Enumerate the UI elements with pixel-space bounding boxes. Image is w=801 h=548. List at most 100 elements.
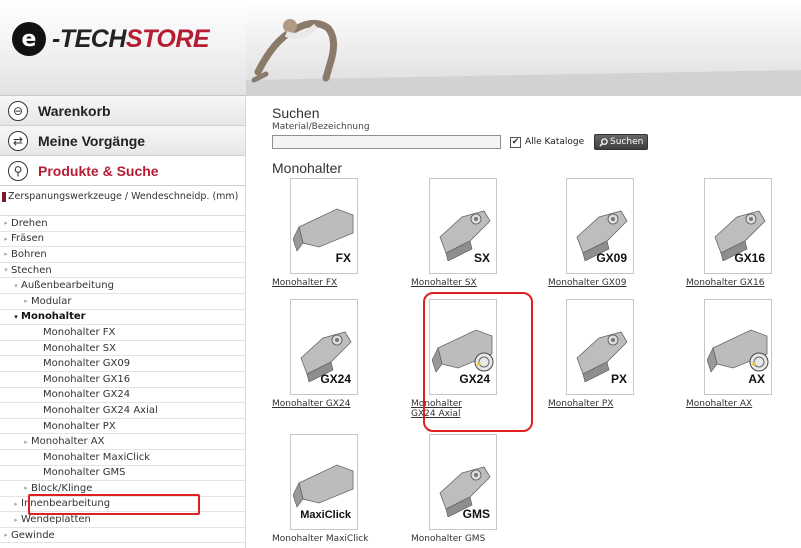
product-code: GX16 — [734, 251, 765, 265]
tree-item[interactable]: Monohalter GX24 Axial — [0, 403, 245, 419]
product-tile[interactable]: GX16 Monohalter GX16 — [686, 178, 790, 288]
tree-item[interactable]: Monohalter FX — [0, 325, 245, 341]
sidebar: ⊖ Warenkorb ⇄ Meine Vorgänge ⚲ Produkte … — [0, 96, 246, 548]
tree-item-label: Monohalter MaxiClick — [43, 451, 151, 463]
product-image[interactable]: GX24 — [290, 299, 358, 395]
tree-item-label: Monohalter GX24 — [43, 389, 131, 401]
all-catalogs-label: Alle Kataloge — [525, 137, 585, 147]
search-button[interactable]: Suchen — [594, 134, 649, 150]
product-link[interactable]: Monohalter MaxiClick — [272, 534, 376, 544]
tree-item-label: Monohalter SX — [43, 342, 117, 354]
tree-item-label: Stechen — [11, 264, 52, 276]
product-tile[interactable]: SX Monohalter SX — [411, 178, 515, 288]
product-tile[interactable]: GX09 Monohalter GX09 — [548, 178, 652, 288]
category-marker — [2, 192, 6, 202]
search-input[interactable] — [272, 135, 501, 149]
product-image[interactable]: GX09 — [566, 178, 634, 274]
tree-item[interactable]: Monohalter GMS — [0, 466, 245, 482]
tree-item[interactable]: ▸ Modular — [0, 294, 245, 310]
product-link[interactable]: Monohalter GX09 — [548, 278, 652, 288]
product-image[interactable]: GMS — [429, 434, 497, 530]
logo-text: -TECHSTORE — [52, 24, 210, 53]
tree-item-label: Monohalter GX16 — [43, 373, 131, 385]
sidebar-section-produkte[interactable]: ⚲ Produkte & Suche — [0, 156, 245, 186]
category-label: Zerspanungswerkzeuge / Wendeschneidp. (m… — [8, 191, 239, 202]
product-link[interactable]: Monohalter GMS — [411, 534, 515, 544]
product-link[interactable]: Monohalter GX16 — [686, 278, 790, 288]
tree-item[interactable]: Monohalter MaxiClick — [0, 450, 245, 466]
sidebar-section-label: Meine Vorgänge — [38, 132, 146, 149]
product-image[interactable]: FX — [290, 178, 358, 274]
chevron-right-icon: ▸ — [4, 531, 8, 540]
product-tile[interactable]: FX Monohalter FX — [272, 178, 376, 288]
product-tile[interactable]: AX Monohalter AX — [686, 299, 790, 409]
product-tile[interactable]: GX24 Monohalter GX24 — [272, 299, 376, 409]
chevron-right-icon: ▸ — [4, 219, 8, 228]
tree-item-label: Monohalter GX09 — [43, 358, 131, 370]
tree-item[interactable]: ▸ Bohren — [0, 247, 245, 263]
chevron-right-icon: ▸ — [4, 234, 8, 243]
sidebar-section-warenkorb[interactable]: ⊖ Warenkorb — [0, 96, 245, 126]
chevron-down-icon: ▾ — [4, 266, 8, 275]
tree-item[interactable]: Monohalter SX — [0, 341, 245, 357]
tree-item-label: Monohalter AX — [31, 436, 105, 448]
tree-item-label: Außenbearbeitung — [21, 280, 114, 292]
all-catalogs-checkbox[interactable]: ✔ — [510, 137, 521, 148]
product-image[interactable]: MaxiClick — [290, 434, 358, 530]
product-image[interactable]: PX — [566, 299, 634, 395]
tree-item-label: Bohren — [11, 248, 47, 260]
header: e -TECHSTORE — [0, 0, 801, 96]
tree-item[interactable]: ▾ Stechen — [0, 263, 245, 279]
tree-item[interactable]: ▸ Gewinde — [0, 528, 245, 544]
tree-item[interactable]: ▸ Drehen — [0, 216, 245, 232]
category-heading[interactable]: Zerspanungswerkzeuge / Wendeschneidp. (m… — [0, 186, 245, 216]
header-banner-image — [246, 0, 801, 96]
tree-item[interactable]: ▸ Fräsen — [0, 232, 245, 248]
product-code: GMS — [462, 507, 490, 521]
chevron-right-icon: ▸ — [4, 250, 8, 259]
product-link[interactable]: Monohalter GX24 — [272, 399, 376, 409]
tree-item[interactable]: ▾ Außenbearbeitung — [0, 278, 245, 294]
product-image[interactable]: GX16 — [704, 178, 772, 274]
chevron-right-icon: ▸ — [14, 515, 18, 524]
selection-highlight — [28, 494, 200, 515]
product-link[interactable]: Monohalter SX — [411, 278, 515, 288]
sidebar-section-label: Produkte & Suche — [38, 162, 159, 179]
tree-item[interactable]: ▾ Monohalter — [0, 310, 245, 326]
logo-icon: e — [12, 22, 46, 56]
product-tile[interactable]: GMS Monohalter GMS — [411, 434, 515, 544]
tree-item-label: Modular — [31, 295, 72, 307]
logo[interactable]: e -TECHSTORE — [12, 22, 210, 56]
tree-item[interactable]: Monohalter GX16 — [0, 372, 245, 388]
product-code: FX — [335, 251, 351, 265]
sidebar-section-vorgaenge[interactable]: ⇄ Meine Vorgänge — [0, 126, 245, 156]
chevron-right-icon: ▸ — [24, 297, 28, 306]
product-code: SX — [473, 251, 490, 265]
tree-item[interactable]: Monohalter GX09 — [0, 356, 245, 372]
product-code: MaxiClick — [300, 509, 351, 521]
product-tile[interactable]: PX Monohalter PX — [548, 299, 652, 409]
product-code: AX — [748, 372, 765, 386]
search-button-label: Suchen — [610, 137, 644, 147]
product-image[interactable]: AX — [704, 299, 772, 395]
tree-item-label: Gewinde — [11, 529, 55, 541]
tree-item[interactable]: Monohalter PX — [0, 419, 245, 435]
tree-item[interactable]: ▸ Monohalter AX — [0, 434, 245, 450]
tool-holder-icon — [293, 464, 354, 508]
chevron-right-icon: ▸ — [24, 437, 28, 446]
product-link[interactable]: Monohalter AX — [686, 399, 790, 409]
product-code: GX09 — [596, 251, 627, 265]
tree-item[interactable]: Monohalter GX24 — [0, 388, 245, 404]
product-link[interactable]: Monohalter FX — [272, 278, 376, 288]
tree-item-label: Wendeplatten — [21, 514, 91, 526]
tree-item-label: Monohalter FX — [43, 326, 116, 338]
search-title: Suchen — [272, 105, 320, 121]
product-link[interactable]: Monohalter PX — [548, 399, 652, 409]
product-image[interactable]: SX — [429, 178, 497, 274]
tree-item-label: Drehen — [11, 217, 48, 229]
sidebar-section-label: Warenkorb — [38, 102, 111, 119]
tree-item-label: Monohalter — [21, 311, 86, 323]
product-tile[interactable]: MaxiClick Monohalter MaxiClick — [272, 434, 376, 544]
search-icon: ⚲ — [8, 160, 28, 181]
main-content: Suchen Material/Bezeichnung ✔ Alle Katal… — [272, 96, 801, 548]
